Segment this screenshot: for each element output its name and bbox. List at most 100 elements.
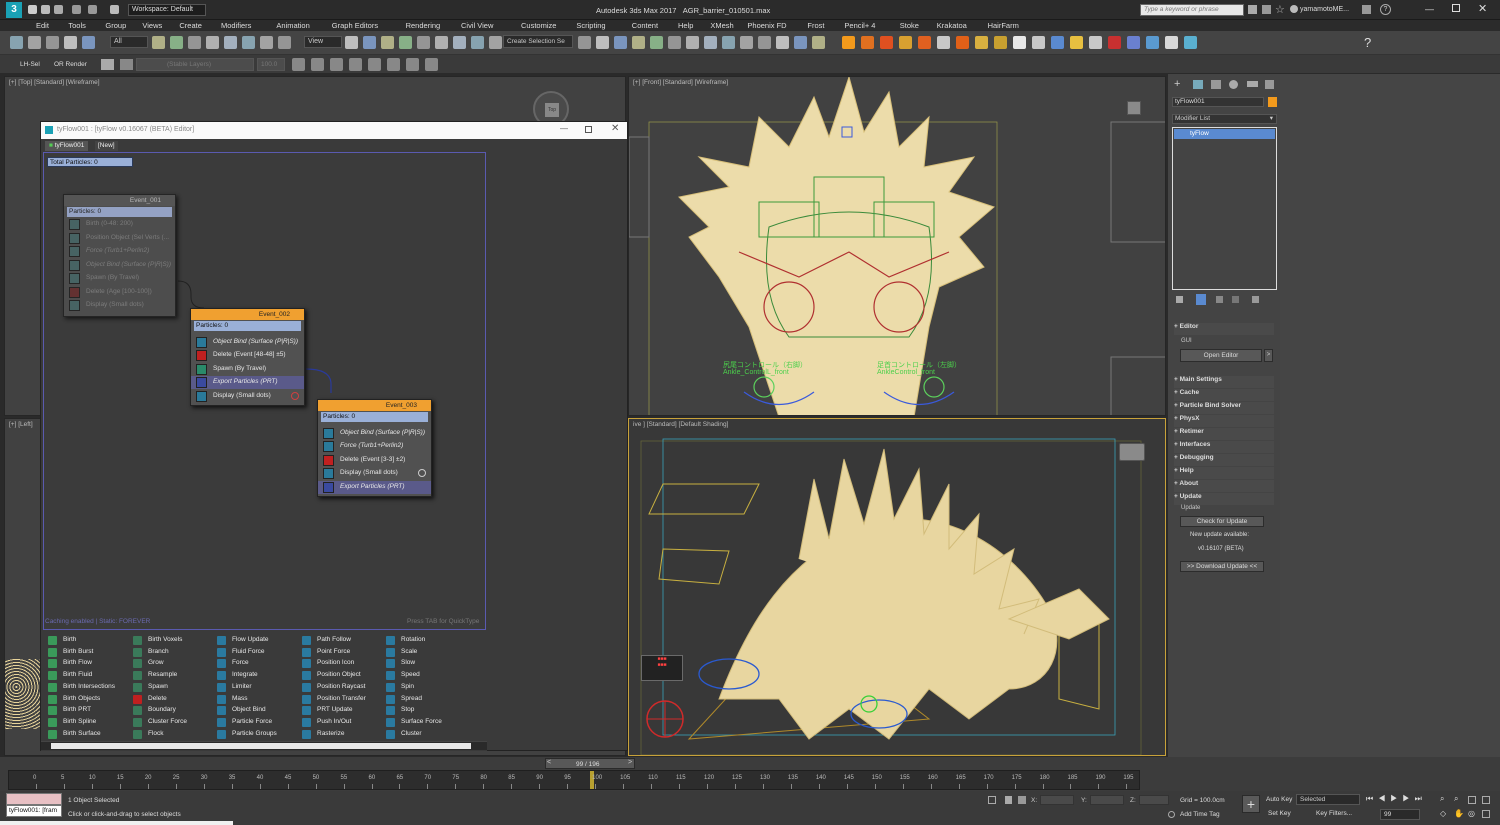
- toolbar-tool-icon[interactable]: [489, 36, 502, 49]
- toolbar-tool-icon[interactable]: [206, 36, 219, 49]
- menu-civil-view[interactable]: Civil View: [461, 21, 493, 30]
- toolbar-tool-icon[interactable]: [242, 36, 255, 49]
- library-op-birth[interactable]: Birth: [48, 636, 76, 645]
- event-003-op-4[interactable]: Display (Small dots): [318, 467, 431, 480]
- menu-modifiers[interactable]: Modifiers: [221, 21, 251, 30]
- display-tab-icon[interactable]: [1247, 81, 1258, 87]
- time-slider[interactable]: < 99 / 196 >: [545, 758, 635, 769]
- library-op-fluid-force[interactable]: Fluid Force: [217, 647, 265, 657]
- info-center-icon[interactable]: [1362, 5, 1371, 14]
- binoculars-icon[interactable]: [1248, 5, 1257, 14]
- event-002-op-5[interactable]: Display (Small dots): [191, 390, 304, 403]
- plugin-tool-icon[interactable]: [1165, 36, 1178, 49]
- viewport-left-label[interactable]: [+] [Left]: [9, 421, 33, 428]
- library-op-scale[interactable]: Scale: [386, 647, 417, 657]
- isolate-selection-icon[interactable]: [988, 796, 996, 804]
- named-selection-dropdown[interactable]: Create Selection Se: [503, 35, 573, 48]
- library-op-limiter[interactable]: Limiter: [217, 682, 252, 692]
- object-name-field[interactable]: tyFlow001: [1172, 97, 1264, 107]
- motion-tab-icon[interactable]: [1229, 80, 1238, 89]
- library-op-stop[interactable]: Stop: [386, 706, 414, 716]
- minimize-icon[interactable]: —: [1425, 4, 1434, 14]
- add-time-tag-label[interactable]: Add Time Tag: [1180, 811, 1220, 818]
- z-coordinate-field[interactable]: [1139, 795, 1169, 805]
- event-002-header[interactable]: Event_002: [191, 309, 304, 320]
- rollout-main-settings[interactable]: + Main Settings: [1174, 376, 1274, 388]
- event-001-op-5[interactable]: Spawn (By Travel): [64, 272, 175, 285]
- event-002[interactable]: Event_002 Particles: 0 Object Bind (Surf…: [190, 308, 305, 406]
- menu-customize[interactable]: Customize: [521, 21, 556, 30]
- toolbar-tool-icon[interactable]: [722, 36, 735, 49]
- hierarchy-tab-icon[interactable]: [1211, 80, 1221, 89]
- check-update-button[interactable]: Check for Update: [1180, 516, 1264, 527]
- modifier-list-dropdown[interactable]: Modifier List ▾: [1172, 114, 1277, 124]
- menu-content[interactable]: Content: [632, 21, 658, 30]
- toolbar-tool-icon[interactable]: [381, 36, 394, 49]
- layer-tool-icon[interactable]: [387, 58, 400, 71]
- selection-lock-icon[interactable]: [1005, 796, 1012, 804]
- maxscript-listener-field[interactable]: [6, 793, 62, 805]
- plugin-tool-icon[interactable]: [1146, 36, 1159, 49]
- user-icon[interactable]: [1290, 5, 1298, 13]
- modifier-stack[interactable]: tyFlow: [1172, 127, 1277, 290]
- rollout-debugging[interactable]: + Debugging: [1174, 454, 1274, 466]
- event-002-op-1[interactable]: Object Bind (Surface (P|R|S)): [191, 336, 304, 349]
- plugin-tool-icon[interactable]: [1032, 36, 1045, 49]
- menu-help[interactable]: Help: [678, 21, 693, 30]
- event-001[interactable]: Event_001 Particles: 0 Birth (0-48: 200)…: [63, 194, 176, 317]
- layer-tool-icon[interactable]: [330, 58, 343, 71]
- library-op-birth-prt[interactable]: Birth PRT: [48, 706, 91, 716]
- viewport-perspective[interactable]: ive ] [Standard] [Default Shading] ■■■ ■■…: [628, 418, 1166, 756]
- menu-edit[interactable]: Edit: [36, 21, 49, 30]
- viewport-front[interactable]: [+] [Front] [Standard] [Wireframe] 尻尾コント…: [628, 76, 1166, 416]
- x-coordinate-field[interactable]: [1040, 795, 1074, 805]
- prev-frame-icon[interactable]: ◀: [1378, 794, 1390, 803]
- toolbar-tool-icon[interactable]: [82, 36, 95, 49]
- event-003-header[interactable]: Event_003: [318, 400, 431, 411]
- project-folder-icon[interactable]: [110, 5, 119, 14]
- plugin-tool-icon[interactable]: [994, 36, 1007, 49]
- library-op-slow[interactable]: Slow: [386, 659, 415, 669]
- menu-scripting[interactable]: Scripting: [576, 21, 605, 30]
- close-icon[interactable]: ✕: [1478, 2, 1487, 15]
- user-name[interactable]: yamamotoME...: [1300, 6, 1349, 13]
- toolbar-tool-icon[interactable]: [614, 36, 627, 49]
- subscription-icon[interactable]: [1262, 5, 1271, 14]
- rollout-help[interactable]: + Help: [1174, 467, 1274, 479]
- maxscript-output-field[interactable]: tyFlow001: [fram: [6, 805, 62, 817]
- plugin-tool-icon[interactable]: [918, 36, 931, 49]
- layer-tool-icon[interactable]: [349, 58, 362, 71]
- library-op-birth-voxels[interactable]: Birth Voxels: [133, 636, 182, 645]
- library-op-spread[interactable]: Spread: [386, 694, 422, 704]
- library-scrollbar-thumb[interactable]: [51, 743, 471, 749]
- event-001-op-7[interactable]: Display (Small dots): [64, 299, 175, 312]
- library-op-boundary[interactable]: Boundary: [133, 706, 176, 716]
- set-key-big-icon[interactable]: +: [1242, 795, 1260, 813]
- plugin-tool-icon[interactable]: [861, 36, 874, 49]
- show-end-result-icon[interactable]: [1196, 294, 1206, 305]
- event-001-op-6[interactable]: Delete (Age [100-100]): [64, 286, 175, 299]
- toolbar-tool-icon[interactable]: [417, 36, 430, 49]
- remove-modifier-icon[interactable]: [1232, 296, 1239, 303]
- layer-explorer-icon[interactable]: [101, 59, 114, 70]
- library-op-rotation[interactable]: Rotation: [386, 636, 425, 645]
- prev-frame-arrow-icon[interactable]: <: [547, 759, 551, 766]
- library-op-birth-burst[interactable]: Birth Burst: [48, 647, 93, 657]
- plugin-tool-icon[interactable]: [975, 36, 988, 49]
- event-003-op-3[interactable]: Delete (Event [3-3] ±2): [318, 454, 431, 467]
- event-003-op-5[interactable]: Export Particles (PRT): [318, 481, 431, 494]
- next-frame-arrow-icon[interactable]: >: [628, 759, 632, 766]
- modify-tab-icon[interactable]: [1193, 80, 1203, 89]
- library-op-cluster-force[interactable]: Cluster Force: [133, 717, 187, 727]
- toolbar-tool-icon[interactable]: [776, 36, 789, 49]
- maximize-viewport-icon[interactable]: [1482, 810, 1490, 818]
- menu-animation[interactable]: Animation: [276, 21, 309, 30]
- search-input[interactable]: Type a keyword or phrase: [1140, 4, 1244, 16]
- library-op-force[interactable]: Force: [217, 659, 249, 669]
- menu-rendering[interactable]: Rendering: [406, 21, 441, 30]
- play-icon[interactable]: ▶: [1390, 794, 1402, 803]
- toolbar-tool-icon[interactable]: [794, 36, 807, 49]
- event-003[interactable]: Event_003 Particles: 0 Object Bind (Surf…: [317, 399, 432, 497]
- make-unique-icon[interactable]: [1216, 296, 1223, 303]
- toolbar-tool-icon[interactable]: [260, 36, 273, 49]
